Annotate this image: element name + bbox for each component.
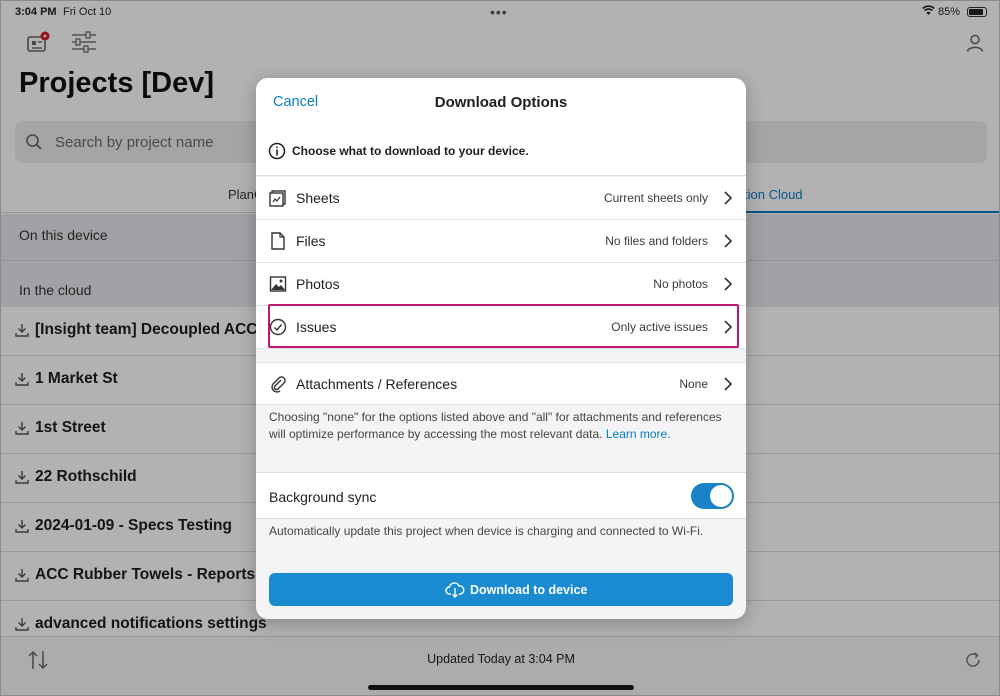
option-label: Photos xyxy=(296,276,340,292)
checkmark-circle-icon xyxy=(269,318,287,336)
option-value: Current sheets only xyxy=(603,191,708,205)
app-window: 3:04 PM Fri Oct 10 ••• 85% Projects [Dev… xyxy=(0,0,1000,696)
info-text: Choose what to download to your device. xyxy=(292,144,529,158)
chevron-right-icon xyxy=(724,320,732,334)
background-sync-label: Background sync xyxy=(269,489,377,505)
info-icon xyxy=(268,142,286,160)
option-label: Files xyxy=(296,233,326,249)
paperclip-icon xyxy=(271,376,286,393)
option-attachments[interactable]: Attachments / References None xyxy=(256,362,746,405)
learn-more-link[interactable]: Learn more. xyxy=(606,427,671,441)
chevron-right-icon xyxy=(724,191,732,205)
dialog-title: Download Options xyxy=(434,94,568,111)
download-button-label: Download to device xyxy=(470,583,588,597)
sheets-icon xyxy=(269,190,286,207)
option-label: Issues xyxy=(296,319,337,335)
cloud-download-icon xyxy=(445,582,465,598)
home-indicator[interactable] xyxy=(368,685,634,690)
background-sync-toggle[interactable] xyxy=(691,483,734,509)
option-label: Attachments / References xyxy=(296,376,458,392)
option-value: None xyxy=(679,377,708,391)
option-value: Only active issues xyxy=(611,320,708,334)
cancel-button[interactable]: Cancel xyxy=(273,94,318,110)
option-label: Sheets xyxy=(296,190,340,206)
info-banner: Choose what to download to your device. xyxy=(256,128,746,176)
dialog-header: Cancel Download Options xyxy=(256,78,746,128)
option-value: No photos xyxy=(653,277,708,291)
chevron-right-icon xyxy=(724,234,732,248)
download-to-device-button[interactable]: Download to device xyxy=(269,573,733,606)
chevron-right-icon xyxy=(724,377,732,391)
performance-note: Choosing "none" for the options listed a… xyxy=(269,409,731,442)
photo-icon xyxy=(269,276,287,292)
chevron-right-icon xyxy=(724,277,732,291)
option-files[interactable]: Files No files and folders xyxy=(256,220,746,263)
option-value: No files and folders xyxy=(605,234,708,248)
background-sync-row: Background sync xyxy=(256,472,746,519)
file-icon xyxy=(271,232,285,250)
option-sheets[interactable]: Sheets Current sheets only xyxy=(256,177,746,220)
option-issues[interactable]: Issues Only active issues xyxy=(256,306,746,349)
sync-note: Automatically update this project when d… xyxy=(269,524,704,538)
option-photos[interactable]: Photos No photos xyxy=(256,263,746,306)
download-options-dialog: Cancel Download Options Choose what to d… xyxy=(256,78,746,619)
